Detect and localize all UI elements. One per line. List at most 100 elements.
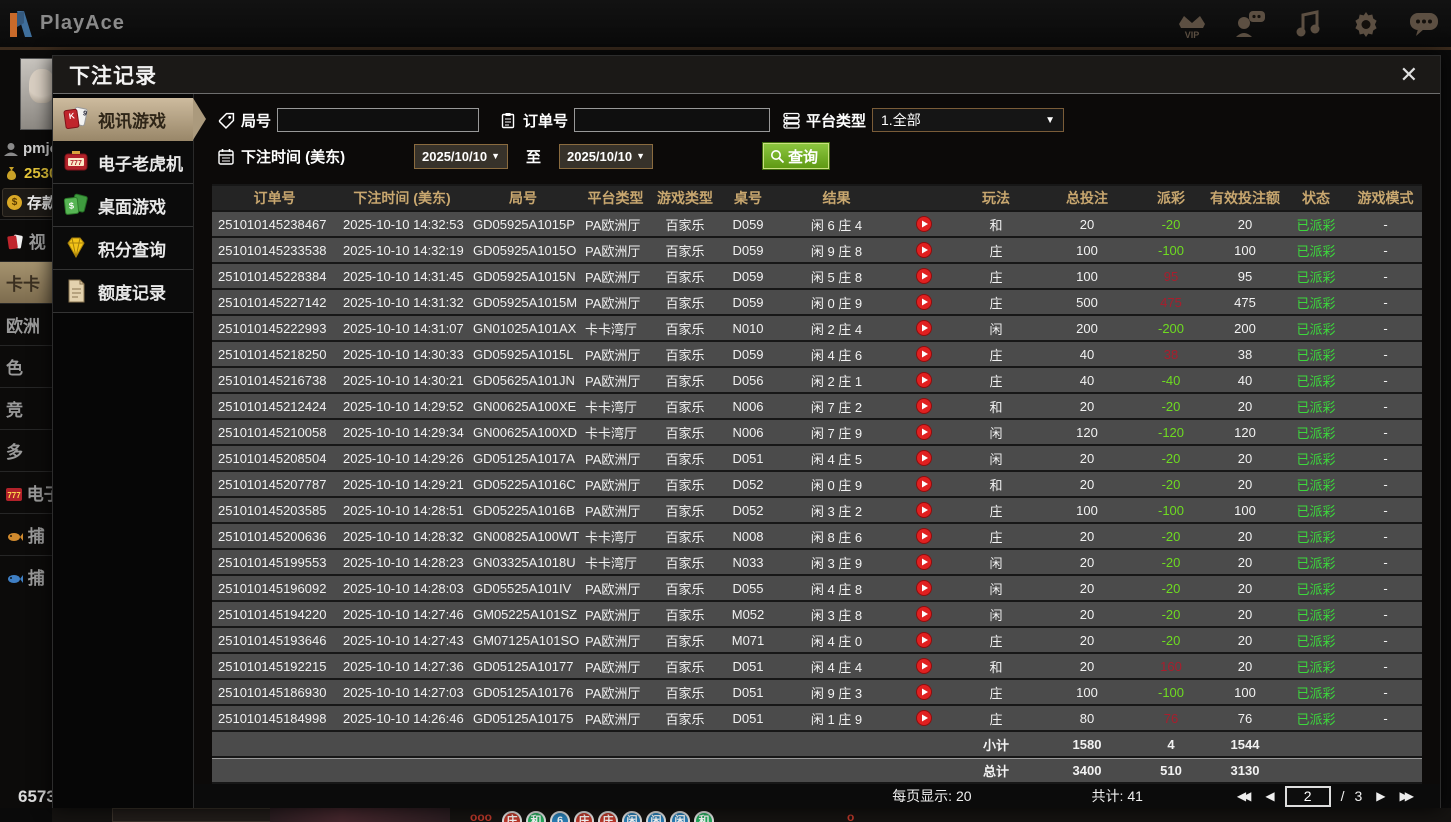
sidebar-item-额度记录[interactable]: 额度记录 <box>53 270 193 313</box>
cell-game: 百家乐 <box>652 420 718 444</box>
sidebar-item-label: 视讯游戏 <box>98 111 166 131</box>
cell-payout: -120 <box>1135 420 1207 444</box>
column-header: 有效投注额 <box>1207 186 1283 210</box>
cell-status: 已派彩 <box>1283 680 1349 704</box>
lobby-nav-slots[interactable]: 777 电子 <box>0 471 52 513</box>
cell-status: 已派彩 <box>1283 238 1349 262</box>
lobby-nav-kaka[interactable]: 卡卡 <box>0 261 52 303</box>
play-video-icon[interactable] <box>916 216 932 233</box>
cell-total: 100 <box>1039 680 1135 704</box>
bet-time-group: 下注时间 (美东) <box>218 146 414 167</box>
cell-order: 251010145200636 <box>212 524 337 548</box>
first-page-button[interactable]: ◀◀ <box>1233 787 1252 805</box>
lobby-nav-video[interactable]: 视 <box>0 219 52 261</box>
round-input[interactable] <box>277 108 480 132</box>
cell-platform: PA欧洲厅 <box>579 212 652 236</box>
cell-status: 已派彩 <box>1283 368 1349 392</box>
play-video-icon[interactable] <box>916 294 932 311</box>
close-icon[interactable]: ✕ <box>1400 63 1418 86</box>
cell-total: 100 <box>1039 264 1135 288</box>
lobby-nav-se[interactable]: 色 <box>0 345 52 387</box>
play-video-icon[interactable] <box>916 450 932 467</box>
column-header: 桌号 <box>718 186 778 210</box>
cell-status: 已派彩 <box>1283 342 1349 366</box>
last-page-button[interactable]: ▶▶ <box>1396 787 1415 805</box>
page-number-input[interactable] <box>1284 785 1331 807</box>
play-video-icon[interactable] <box>916 320 932 337</box>
play-video-icon[interactable] <box>916 658 932 675</box>
cell-result: 闲 4 庄 4 <box>778 654 895 678</box>
play-video-icon[interactable] <box>916 372 932 389</box>
bet-table-wrap: 订单号 下注时间 (美东) 局号 平台类型 游戏类型 桌号 结果 玩法 总投注 派彩 有效投注额 状态… <box>212 184 1422 784</box>
cell-time: 2025-10-10 14:32:19 <box>337 238 467 262</box>
cell-valid: 76 <box>1207 706 1283 730</box>
cell-total: 20 <box>1039 550 1135 574</box>
prev-page-button[interactable]: ◀ <box>1261 787 1274 805</box>
music-icon[interactable] <box>1291 8 1325 40</box>
sidebar-item-电子老虎机[interactable]: 777 电子老虎机 <box>53 141 193 184</box>
cell-payout: -20 <box>1135 446 1207 470</box>
cell-valid: 20 <box>1207 654 1283 678</box>
platform-select[interactable]: 1.全部 ▼ <box>872 108 1065 132</box>
play-video-icon[interactable] <box>916 528 932 545</box>
date-from-picker[interactable]: 2025/10/10 ▼ <box>414 143 508 169</box>
cell-valid: 200 <box>1207 316 1283 340</box>
play-video-icon[interactable] <box>916 580 932 597</box>
cell-payout: -20 <box>1135 550 1207 574</box>
settings-icon[interactable] <box>1349 8 1383 40</box>
lobby-nav-fishing-2[interactable]: 捕 <box>0 555 52 597</box>
sum-payout: 4 <box>1135 732 1207 756</box>
cell-result: 闲 3 庄 8 <box>778 602 895 626</box>
cell-order: 251010145186930 <box>212 680 337 704</box>
lobby-nav-jing[interactable]: 竞 <box>0 387 52 429</box>
play-video-icon[interactable] <box>916 684 932 701</box>
cell-table: N006 <box>718 394 778 418</box>
next-page-button[interactable]: ▶ <box>1372 787 1385 805</box>
cell-table: D052 <box>718 498 778 522</box>
svg-text:9: 9 <box>82 110 87 118</box>
fish-icon <box>8 533 23 541</box>
sidebar-item-视讯游戏[interactable]: 9 K 视讯游戏 <box>53 98 193 141</box>
cell-order: 251010145212424 <box>212 394 337 418</box>
cell-payout: -200 <box>1135 316 1207 340</box>
support-icon[interactable] <box>1233 8 1267 40</box>
cell-round: GD05125A10177 <box>467 654 579 678</box>
query-button[interactable]: 查询 <box>762 142 831 170</box>
cell-bet: 庄 <box>953 628 1039 652</box>
play-video-icon[interactable] <box>916 710 932 727</box>
cell-order: 251010145222993 <box>212 316 337 340</box>
date-to-picker[interactable]: 2025/10/10 ▼ <box>559 143 654 169</box>
play-video-icon[interactable] <box>916 398 932 415</box>
cell-total: 100 <box>1039 238 1135 262</box>
play-video-icon[interactable] <box>916 554 932 571</box>
sidebar-item-积分查询[interactable]: 积分查询 <box>53 227 193 270</box>
cell-status: 已派彩 <box>1283 420 1349 444</box>
play-video-icon[interactable] <box>916 424 932 441</box>
cell-status: 已派彩 <box>1283 316 1349 340</box>
play-video-icon[interactable] <box>916 346 932 363</box>
cell-payout: -20 <box>1135 628 1207 652</box>
cell-valid: 20 <box>1207 446 1283 470</box>
play-video-icon[interactable] <box>916 242 932 259</box>
column-header: 派彩 <box>1135 186 1207 210</box>
play-video-icon[interactable] <box>916 502 932 519</box>
cell-time: 2025-10-10 14:31:32 <box>337 290 467 314</box>
play-video-icon[interactable] <box>916 606 932 623</box>
sidebar-item-桌面游戏[interactable]: $ 桌面游戏 <box>53 184 193 227</box>
cell-total: 200 <box>1039 316 1135 340</box>
play-video-icon[interactable] <box>916 476 932 493</box>
avatar[interactable] <box>20 58 52 130</box>
lobby-nav-duo[interactable]: 多 <box>0 429 52 471</box>
deposit-button[interactable]: $ 存款 <box>2 188 52 217</box>
cell-time: 2025-10-10 14:27:36 <box>337 654 467 678</box>
play-video-icon[interactable] <box>916 632 932 649</box>
cell-round: GD05925A1015M <box>467 290 579 314</box>
lobby-nav-fishing-1[interactable]: 捕 <box>0 513 52 555</box>
order-input[interactable] <box>574 108 771 132</box>
lobby-nav-europe[interactable]: 欧洲 <box>0 303 52 345</box>
cell-platform: PA欧洲厅 <box>579 368 652 392</box>
vip-icon[interactable]: VIP <box>1175 8 1209 40</box>
play-video-icon[interactable] <box>916 268 932 285</box>
cell-platform: PA欧洲厅 <box>579 290 652 314</box>
chat-icon[interactable] <box>1407 8 1441 40</box>
